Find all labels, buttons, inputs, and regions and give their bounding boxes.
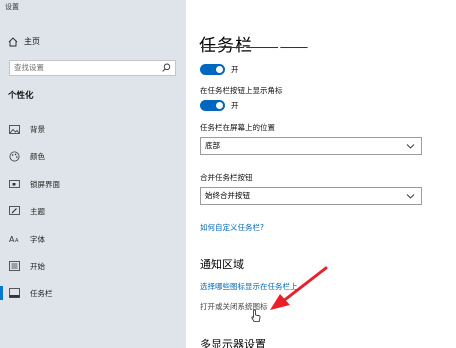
chevron-down-icon	[406, 194, 415, 199]
section-label: 个性化	[8, 91, 34, 101]
multi-display-heading: 多显示器设置	[200, 338, 266, 348]
notification-area-heading: 通知区域	[200, 258, 244, 271]
badge-setting-label: 在任务栏按钮上显示角标	[200, 86, 283, 95]
page-title: 任务栏	[199, 36, 253, 56]
search-placeholder: 查找设置	[14, 63, 44, 72]
combine-value: 始终合并按钮	[205, 191, 250, 200]
window-title: 设置	[5, 3, 19, 11]
active-indicator	[0, 286, 3, 300]
chevron-down-icon	[406, 144, 415, 149]
font-icon: AA	[7, 232, 21, 246]
sidebar-item-colors[interactable]: 颜色	[0, 146, 186, 166]
image-icon	[7, 122, 21, 136]
sidebar-item-label: 开始	[30, 261, 45, 271]
toggle-switch-badges[interactable]	[200, 100, 225, 111]
taskbar-icon	[7, 286, 21, 300]
palette-icon	[7, 149, 21, 163]
lock-screen-icon	[7, 177, 21, 191]
sidebar: 设置 主页 查找设置 个性化 背景 颜色 锁屏界面 主题 AA 字体 开始 任务…	[0, 0, 186, 348]
home-label: 主页	[24, 37, 40, 46]
sidebar-item-label: 锁屏界面	[30, 179, 60, 189]
toggle-state-label: 开	[231, 65, 239, 74]
red-arrow-annotation	[270, 266, 328, 310]
home-nav-item[interactable]: 主页	[8, 36, 40, 47]
start-icon	[7, 259, 21, 273]
svg-text:A: A	[15, 238, 19, 244]
toggle-state-label: 开	[231, 101, 239, 110]
sidebar-item-label: 字体	[30, 234, 45, 244]
sidebar-item-taskbar[interactable]: 任务栏	[0, 283, 186, 303]
sidebar-item-start[interactable]: 开始	[0, 256, 186, 276]
search-input[interactable]: 查找设置	[9, 60, 176, 76]
sidebar-item-label: 颜色	[30, 151, 45, 161]
toggle-knob	[216, 102, 223, 109]
toggle-row-1: 开	[200, 64, 239, 75]
sidebar-item-label: 任务栏	[30, 288, 53, 298]
home-icon	[8, 36, 18, 46]
sidebar-item-background[interactable]: 背景	[0, 119, 186, 139]
clipped-setting-label: ━━━━ ━━━━━ ━━━━━━━ ━━━━━━	[201, 47, 308, 52]
hand-cursor-icon	[251, 309, 261, 322]
sidebar-item-label: 背景	[30, 124, 45, 134]
toggle-knob	[216, 66, 223, 73]
sidebar-item-themes[interactable]: 主题	[0, 201, 186, 221]
sidebar-item-label: 主题	[30, 206, 45, 216]
search-icon[interactable]	[162, 63, 171, 72]
toggle-row-2: 开	[200, 100, 239, 111]
theme-icon	[7, 204, 21, 218]
sidebar-item-fonts[interactable]: AA 字体	[0, 229, 186, 249]
combine-dropdown[interactable]: 始终合并按钮	[200, 187, 422, 205]
position-label: 任务栏在屏幕上的位置	[200, 123, 275, 132]
customize-taskbar-link[interactable]: 如何自定义任务栏?	[200, 222, 264, 233]
toggle-switch-1[interactable]	[200, 64, 225, 75]
position-dropdown[interactable]: 底部	[200, 137, 422, 155]
sidebar-item-lock-screen[interactable]: 锁屏界面	[0, 174, 186, 194]
combine-label: 合并任务栏按钮	[200, 173, 253, 182]
position-value: 底部	[205, 141, 220, 150]
